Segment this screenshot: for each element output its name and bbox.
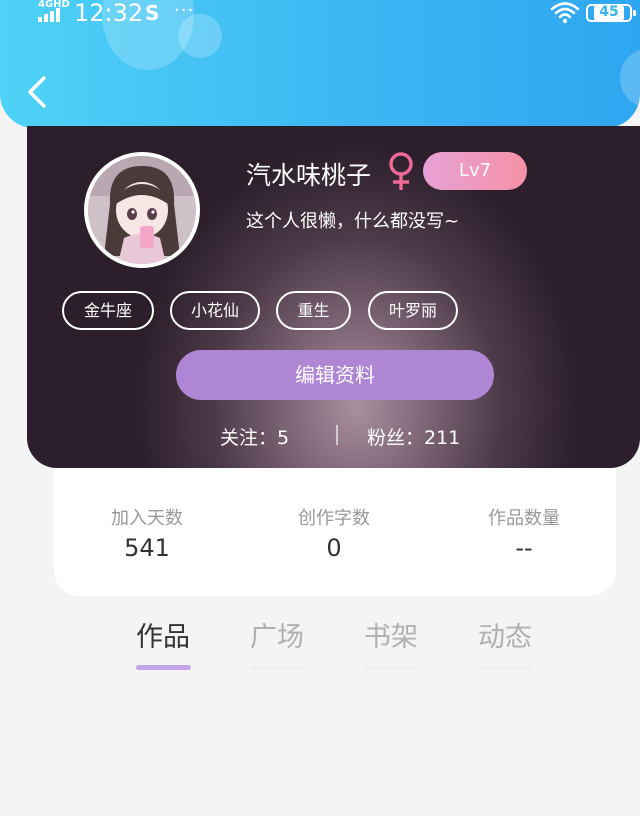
edit-profile-button[interactable]: 编辑资料: [176, 350, 494, 400]
signal-icon: 4GHD: [36, 0, 70, 26]
wifi-icon: [550, 2, 580, 24]
stat-word-count: 创作字数 0: [254, 504, 414, 562]
tab-works[interactable]: 作品: [123, 615, 203, 670]
user-bio: 这个人很懒，什么都没写~: [246, 211, 460, 232]
tab-label: 动态: [478, 622, 532, 653]
tag-chip[interactable]: 金牛座: [62, 291, 154, 330]
tab-label: 作品: [136, 622, 190, 653]
stat-label: 作品数量: [488, 508, 560, 529]
header-bubble: [620, 48, 640, 108]
fans-count[interactable]: 粉丝：211: [367, 423, 460, 450]
tab-activity[interactable]: 动态: [465, 615, 545, 670]
app-notification-icon: S: [145, 1, 160, 25]
avatar[interactable]: [84, 152, 200, 268]
battery-icon: 45: [586, 4, 636, 22]
stat-value: --: [515, 534, 533, 562]
tag-chip[interactable]: 重生: [276, 291, 351, 330]
tag-chip[interactable]: 叶罗丽: [368, 291, 458, 330]
user-name: 汽水味桃子: [246, 161, 372, 190]
stat-join-days: 加入天数 541: [67, 504, 227, 562]
tab-square[interactable]: 广场: [237, 615, 317, 670]
back-arrow-icon[interactable]: [22, 72, 52, 112]
level-badge: Lv7: [423, 152, 527, 190]
stat-value: 0: [326, 534, 342, 562]
tab-underline: [250, 665, 305, 670]
tab-underline: [364, 665, 419, 670]
tag-chip[interactable]: 小花仙: [170, 291, 260, 330]
more-notifications-icon: ···: [174, 0, 195, 21]
stat-label: 创作字数: [298, 508, 370, 529]
stat-label: 加入天数: [111, 508, 183, 529]
status-time: 12:32: [74, 0, 144, 27]
tab-bookshelf[interactable]: 书架: [351, 615, 431, 670]
tab-label: 书架: [364, 622, 418, 653]
battery-level: 45: [599, 4, 619, 20]
tab-label: 广场: [250, 622, 304, 653]
stat-works-count: 作品数量 --: [444, 504, 604, 562]
status-bar: 4GHD 12:32 S ··· 45: [0, 0, 640, 30]
follow-divider: [336, 425, 338, 445]
avatar-image: [88, 156, 196, 264]
female-icon: [389, 152, 413, 190]
network-type: 4GHD: [38, 0, 70, 10]
tab-underline: [478, 665, 533, 670]
stat-value: 541: [124, 534, 170, 562]
tab-underline: [136, 665, 191, 670]
following-count[interactable]: 关注：5: [220, 423, 289, 450]
